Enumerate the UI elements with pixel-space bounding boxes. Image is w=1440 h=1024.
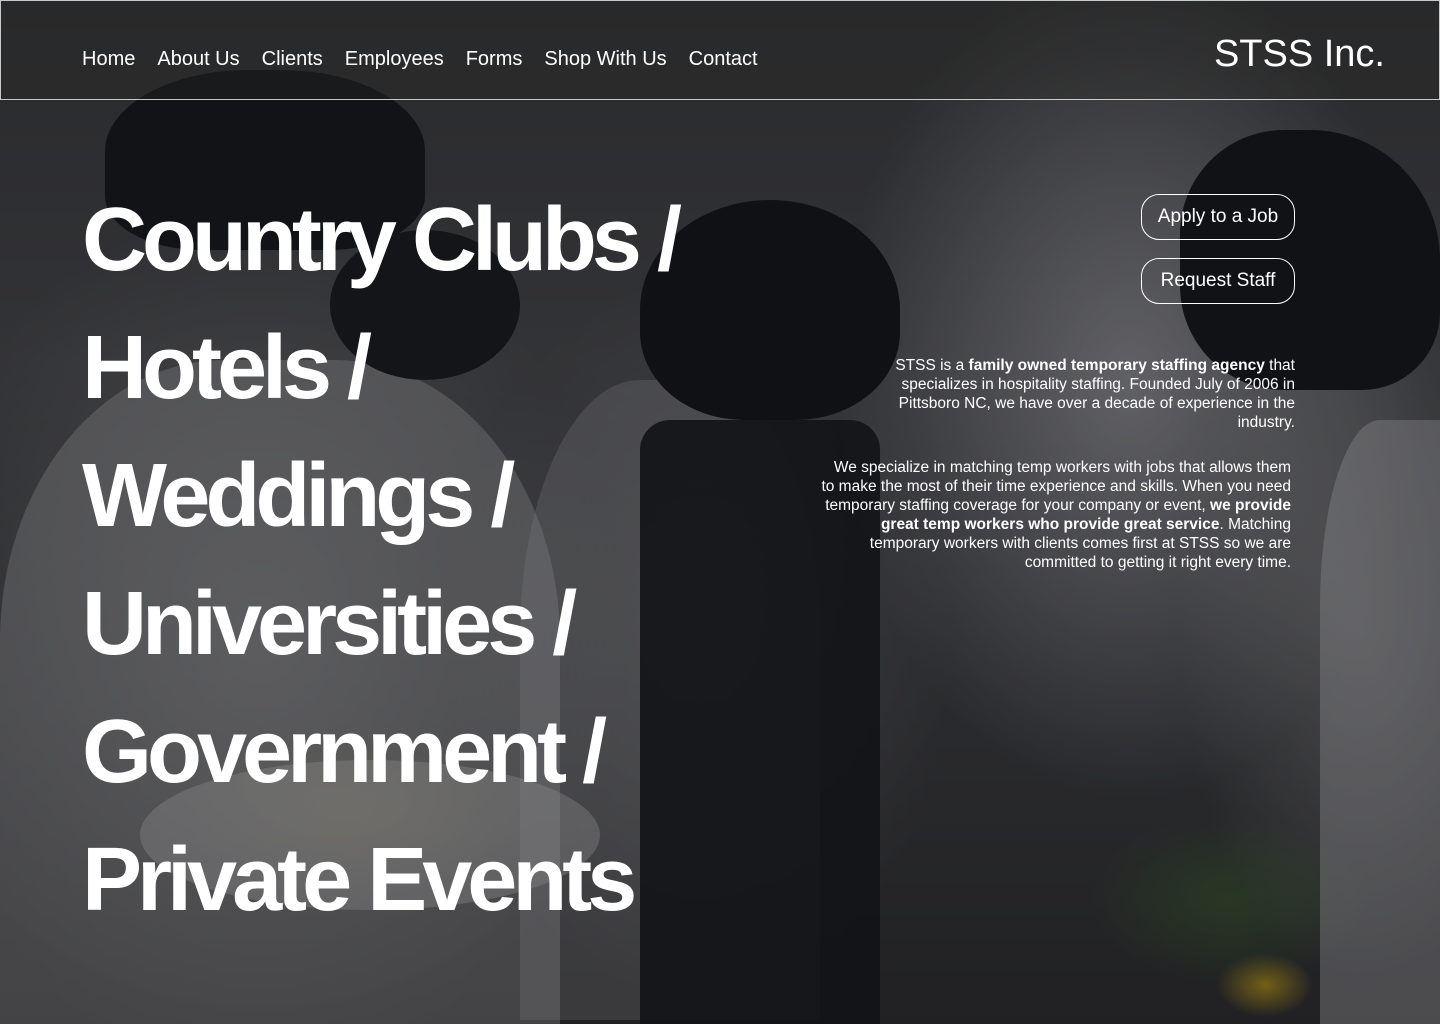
nav-contact[interactable]: Contact <box>689 45 758 73</box>
hero-headline: Country Clubs / Hotels / Weddings / Univ… <box>82 176 682 944</box>
main-nav: Home About Us Clients Employees Forms Sh… <box>82 45 758 73</box>
headline-line: Government / <box>82 702 607 802</box>
nav-about-us[interactable]: About Us <box>157 45 239 73</box>
page: Home About Us Clients Employees Forms Sh… <box>0 0 1440 1024</box>
intro-bold-text: family owned temporary staffing agency <box>968 357 1265 374</box>
headline-line: Hotels / <box>82 318 372 418</box>
headline-line: Universities / <box>82 574 577 674</box>
intro-text: STSS is a <box>895 357 969 374</box>
headline-line: Weddings / <box>82 446 515 546</box>
nav-shop-with-us[interactable]: Shop With Us <box>544 45 666 73</box>
nav-forms[interactable]: Forms <box>466 45 523 73</box>
nav-clients[interactable]: Clients <box>262 45 323 73</box>
apply-to-job-button[interactable]: Apply to a Job <box>1141 194 1295 240</box>
headline-line: Country Clubs / <box>82 190 682 290</box>
brand-logo-text[interactable]: STSS Inc. <box>1214 31 1385 77</box>
headline-line: Private Events <box>82 830 637 930</box>
about-paragraph: We specialize in matching temp workers w… <box>821 458 1291 572</box>
site-header: Home About Us Clients Employees Forms Sh… <box>0 0 1440 100</box>
nav-home[interactable]: Home <box>82 45 135 73</box>
request-staff-button[interactable]: Request Staff <box>1141 258 1295 304</box>
intro-paragraph: STSS is a family owned temporary staffin… <box>875 356 1295 432</box>
nav-employees[interactable]: Employees <box>345 45 444 73</box>
